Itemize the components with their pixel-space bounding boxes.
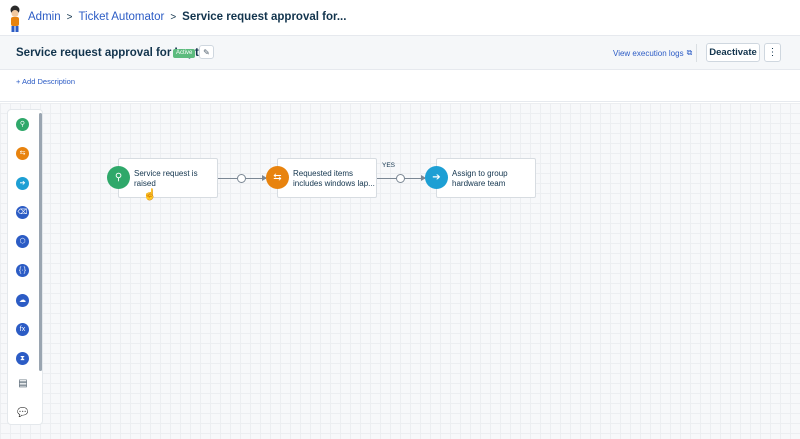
action-icon: ➔ [19, 180, 26, 187]
breadcrumb-ticket-automator[interactable]: Ticket Automator [78, 11, 164, 23]
palette-variable[interactable]: {·} [16, 264, 29, 277]
external-link-icon: ⧉ [686, 48, 693, 57]
more-options-button[interactable]: ⋮ [764, 43, 781, 62]
description-row: + Add Description [0, 70, 800, 102]
web-request-icon: ⌫ [17, 209, 28, 216]
palette-event-trigger[interactable]: ⚲ [16, 118, 29, 131]
event-trigger-icon: ⚲ [114, 172, 123, 183]
event-trigger-icon: ⚲ [19, 121, 26, 128]
palette-cloud[interactable]: ☁ [16, 294, 29, 307]
app-icon: ⬡ [19, 238, 26, 245]
divider [696, 44, 697, 62]
palette-app[interactable]: ⬡ [16, 235, 29, 248]
function-icon: fx [19, 326, 26, 333]
node-label-line: Service request is [134, 169, 198, 178]
action-node-icon: ➔ [425, 166, 448, 189]
connector-handle[interactable] [396, 174, 405, 183]
more-vertical-icon: ⋮ [767, 47, 778, 58]
trigger-node-icon: ⚲ [107, 166, 130, 189]
workflow-header: Service request approval for Laptop Acti… [0, 36, 800, 70]
condition-icon: ⇆ [19, 150, 26, 157]
node-label-line: Assign to group [452, 169, 508, 178]
user-avatar[interactable] [8, 4, 22, 34]
node-label: Assign to group hardware team [452, 169, 508, 189]
palette-document[interactable]: ▤ [16, 376, 30, 390]
condition-icon: ⇆ [273, 172, 282, 183]
execution-logs-label: View execution logs [613, 48, 684, 58]
breadcrumb-separator: > [66, 11, 73, 23]
palette-timer[interactable]: ⧗ [16, 352, 29, 365]
top-bar: Admin > Ticket Automator > Service reque… [0, 0, 800, 36]
palette-web-request[interactable]: ⌫ [16, 206, 29, 219]
branch-label-yes: YES [382, 162, 396, 169]
connector-handle[interactable] [237, 174, 246, 183]
palette-function[interactable]: fx [16, 323, 29, 336]
node-label-line: Requested items [293, 169, 354, 178]
document-icon: ▤ [18, 377, 28, 389]
palette-chat[interactable]: 💬 [16, 405, 30, 419]
node-label: Service request is raised [134, 169, 198, 189]
breadcrumb-current: Service request approval for... [182, 11, 347, 23]
node-label-line: hardware team [452, 179, 506, 188]
add-description-link[interactable]: + Add Description [16, 77, 75, 86]
palette-scrollbar[interactable] [39, 113, 42, 371]
pencil-icon: ✎ [203, 47, 210, 57]
workflow-node-condition[interactable]: Requested items includes windows lap... [277, 158, 377, 198]
workflow-node-action[interactable]: Assign to group hardware team [436, 158, 536, 198]
breadcrumb: Admin > Ticket Automator > Service reque… [28, 11, 346, 23]
palette-condition[interactable]: ⇆ [16, 147, 29, 160]
hand-cursor-icon: ☝ [143, 189, 157, 201]
workflow-canvas[interactable] [0, 103, 800, 439]
chat-icon: 💬 [17, 406, 29, 417]
palette-action[interactable]: ➔ [16, 177, 29, 190]
workflow-node-trigger[interactable]: Service request is raised [118, 158, 218, 198]
breadcrumb-admin[interactable]: Admin [28, 11, 61, 23]
variable-icon: {·} [18, 267, 26, 274]
deactivate-button[interactable]: Deactivate [706, 43, 760, 62]
node-label: Requested items includes windows lap... [293, 169, 375, 189]
breadcrumb-separator: > [170, 11, 177, 23]
status-badge: Active [173, 49, 196, 58]
view-execution-logs-link[interactable]: View execution logs ⧉ [613, 48, 692, 58]
edit-title-button[interactable]: ✎ [199, 45, 214, 59]
condition-node-icon: ⇆ [266, 166, 289, 189]
node-label-line: includes windows lap... [293, 179, 375, 188]
cloud-icon: ☁ [19, 297, 26, 304]
action-icon: ➔ [432, 172, 441, 183]
timer-icon: ⧗ [20, 355, 25, 362]
